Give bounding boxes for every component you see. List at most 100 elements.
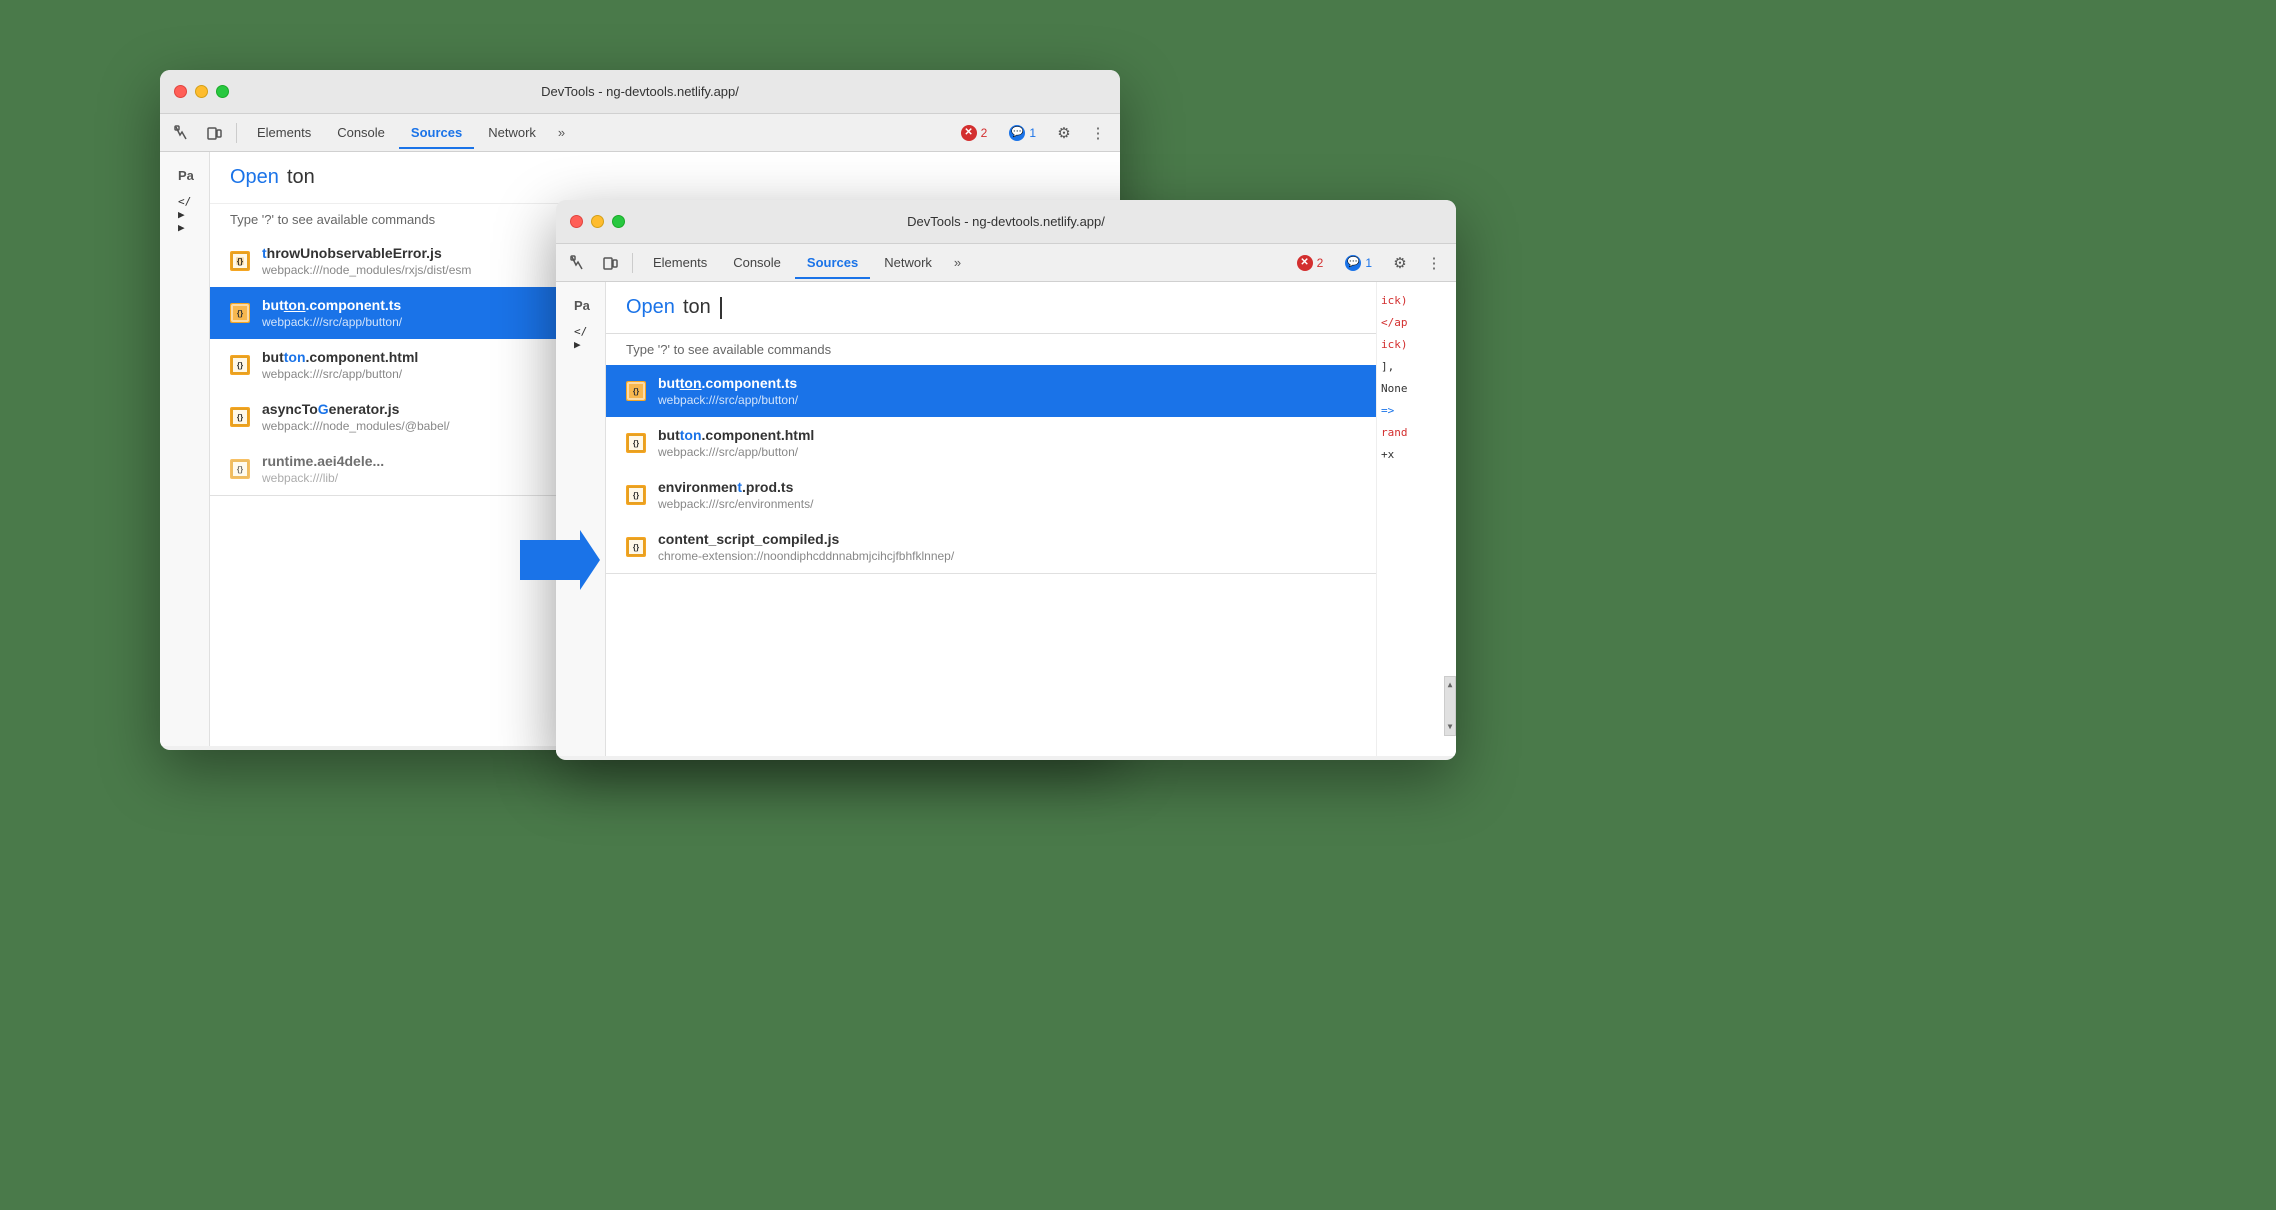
file-icon-3-front bbox=[626, 485, 646, 505]
tab-sources-front[interactable]: Sources bbox=[795, 251, 870, 274]
command-cursor-front bbox=[720, 297, 722, 319]
tab-sources-back[interactable]: Sources bbox=[399, 121, 474, 144]
file-icon-2-front bbox=[626, 433, 646, 453]
code-line-1: ick) bbox=[1381, 290, 1452, 312]
file-icon-1-front bbox=[626, 381, 646, 401]
tab-network-back[interactable]: Network bbox=[476, 121, 548, 144]
result-path-5-back: webpack:///lib/ bbox=[262, 471, 384, 485]
error-icon-front: ✕ bbox=[1297, 255, 1313, 271]
result-item-2-front[interactable]: button.component.html webpack:///src/app… bbox=[606, 417, 1376, 469]
tab-network-front[interactable]: Network bbox=[872, 251, 944, 274]
message-icon-front: 💬 bbox=[1345, 255, 1361, 271]
command-input-row-back: Open ton bbox=[210, 152, 1120, 204]
result-text-4-front: content_script_compiled.js chrome-extens… bbox=[658, 531, 954, 563]
result-filename-5-back: runtime.aei4dele... bbox=[262, 453, 384, 469]
file-icon-inner-4-front bbox=[627, 538, 645, 556]
tree-front: </ ▶ bbox=[564, 321, 597, 355]
toolbar-divider-1 bbox=[236, 123, 237, 143]
traffic-lights-front bbox=[570, 215, 625, 228]
tab-elements-front[interactable]: Elements bbox=[641, 251, 719, 274]
device-icon[interactable] bbox=[200, 119, 228, 147]
more-options-back[interactable]: ⋮ bbox=[1084, 119, 1112, 147]
result-filename-1-front: button.component.ts bbox=[658, 375, 798, 391]
code-line-7: rand bbox=[1381, 422, 1452, 444]
message-number-front: 1 bbox=[1365, 256, 1372, 270]
error-count-back[interactable]: ✕ 2 bbox=[953, 122, 996, 144]
code-line-6: => bbox=[1381, 400, 1452, 422]
toolbar-back: Elements Console Sources Network » ✕ 2 💬… bbox=[160, 114, 1120, 152]
result-path-3-back: webpack:///src/app/button/ bbox=[262, 367, 418, 381]
file-icon-inner-3-back bbox=[231, 356, 249, 374]
more-tabs-front[interactable]: » bbox=[946, 251, 969, 274]
file-icon-4-back bbox=[230, 407, 250, 427]
titlebar-front: DevTools - ng-devtools.netlify.app/ bbox=[556, 200, 1456, 244]
result-filename-3-front: environment.prod.ts bbox=[658, 479, 813, 495]
titlebar-back: DevTools - ng-devtools.netlify.app/ bbox=[160, 70, 1120, 114]
sidebar-back: Pa </ ▶ ▶ bbox=[160, 152, 210, 746]
result-path-1-front: webpack:///src/app/button/ bbox=[658, 393, 798, 407]
minimize-button-front[interactable] bbox=[591, 215, 604, 228]
minimize-button-back[interactable] bbox=[195, 85, 208, 98]
svg-text:{}: {} bbox=[238, 259, 243, 266]
toolbar-right-back: ✕ 2 💬 1 ⚙ ⋮ bbox=[953, 119, 1112, 147]
fullscreen-button-front[interactable] bbox=[612, 215, 625, 228]
command-input-row-front[interactable]: Open ton bbox=[606, 282, 1376, 334]
scroll-up-front[interactable]: ▲ bbox=[1445, 677, 1455, 693]
settings-icon-front[interactable]: ⚙ bbox=[1386, 249, 1414, 277]
result-text-2-front: button.component.html webpack:///src/app… bbox=[658, 427, 814, 459]
error-icon-back: ✕ bbox=[961, 125, 977, 141]
command-palette-front: Open ton Type '?' to see available comma… bbox=[606, 282, 1376, 574]
command-results-front: button.component.ts webpack:///src/app/b… bbox=[606, 365, 1376, 573]
content-front: Pa </ ▶ Open ton Type '?' to see availab… bbox=[556, 282, 1456, 756]
error-count-front[interactable]: ✕ 2 bbox=[1289, 252, 1332, 274]
code-line-2: </ap bbox=[1381, 312, 1452, 334]
more-options-front[interactable]: ⋮ bbox=[1420, 249, 1448, 277]
settings-icon-back[interactable]: ⚙ bbox=[1050, 119, 1078, 147]
message-number-back: 1 bbox=[1029, 126, 1036, 140]
scroll-down-front[interactable]: ▼ bbox=[1445, 719, 1455, 735]
tab-console-back[interactable]: Console bbox=[325, 121, 397, 144]
toolbar-tabs-front: Elements Console Sources Network » bbox=[641, 251, 1285, 274]
fullscreen-button-back[interactable] bbox=[216, 85, 229, 98]
sidebar-front: Pa </ ▶ bbox=[556, 282, 606, 756]
file-icon-5-back bbox=[230, 459, 250, 479]
result-item-3-front[interactable]: environment.prod.ts webpack:///src/envir… bbox=[606, 469, 1376, 521]
inspect-icon[interactable] bbox=[168, 119, 196, 147]
sidebar-label-front: Pa bbox=[564, 290, 597, 321]
code-line-4: ], bbox=[1381, 356, 1452, 378]
close-button-front[interactable] bbox=[570, 215, 583, 228]
result-path-4-back: webpack:///node_modules/@babel/ bbox=[262, 419, 450, 433]
scrollbar-front[interactable]: ▲ ▼ bbox=[1444, 676, 1456, 736]
file-icon-inner-1-back: {} bbox=[231, 252, 249, 270]
message-count-back[interactable]: 💬 1 bbox=[1001, 122, 1044, 144]
file-icon-inner-4-back bbox=[231, 408, 249, 426]
result-text-3-back: button.component.html webpack:///src/app… bbox=[262, 349, 418, 381]
result-item-4-front[interactable]: content_script_compiled.js chrome-extens… bbox=[606, 521, 1376, 573]
window-title-back: DevTools - ng-devtools.netlify.app/ bbox=[541, 84, 739, 99]
result-text-1-front: button.component.ts webpack:///src/app/b… bbox=[658, 375, 798, 407]
toolbar-front: Elements Console Sources Network » ✕ 2 💬… bbox=[556, 244, 1456, 282]
file-icon-inner-2-front bbox=[627, 434, 645, 452]
open-label-front: Open bbox=[626, 296, 675, 319]
error-number-front: 2 bbox=[1317, 256, 1324, 270]
result-text-1-back: throwUnobservableError.js webpack:///nod… bbox=[262, 245, 471, 277]
message-count-front[interactable]: 💬 1 bbox=[1337, 252, 1380, 274]
devtools-window-front: DevTools - ng-devtools.netlify.app/ Elem… bbox=[556, 200, 1456, 760]
command-hint-front: Type '?' to see available commands bbox=[606, 334, 1376, 365]
tree-back: </ ▶ ▶ bbox=[168, 191, 201, 238]
inspect-icon-front[interactable] bbox=[564, 249, 592, 277]
device-icon-front[interactable] bbox=[596, 249, 624, 277]
more-tabs-back[interactable]: » bbox=[550, 121, 573, 144]
traffic-lights-back bbox=[174, 85, 229, 98]
file-icon-inner-5-back bbox=[231, 460, 249, 478]
open-label-back: Open bbox=[230, 166, 279, 189]
result-filename-2-front: button.component.html bbox=[658, 427, 814, 443]
result-item-1-front[interactable]: button.component.ts webpack:///src/app/b… bbox=[606, 365, 1376, 417]
toolbar-right-front: ✕ 2 💬 1 ⚙ ⋮ bbox=[1289, 249, 1448, 277]
result-filename-1-back: throwUnobservableError.js bbox=[262, 245, 471, 261]
result-filename-2-back: button.component.ts bbox=[262, 297, 402, 313]
tab-console-front[interactable]: Console bbox=[721, 251, 793, 274]
close-button-back[interactable] bbox=[174, 85, 187, 98]
file-icon-2-back bbox=[230, 303, 250, 323]
tab-elements-back[interactable]: Elements bbox=[245, 121, 323, 144]
